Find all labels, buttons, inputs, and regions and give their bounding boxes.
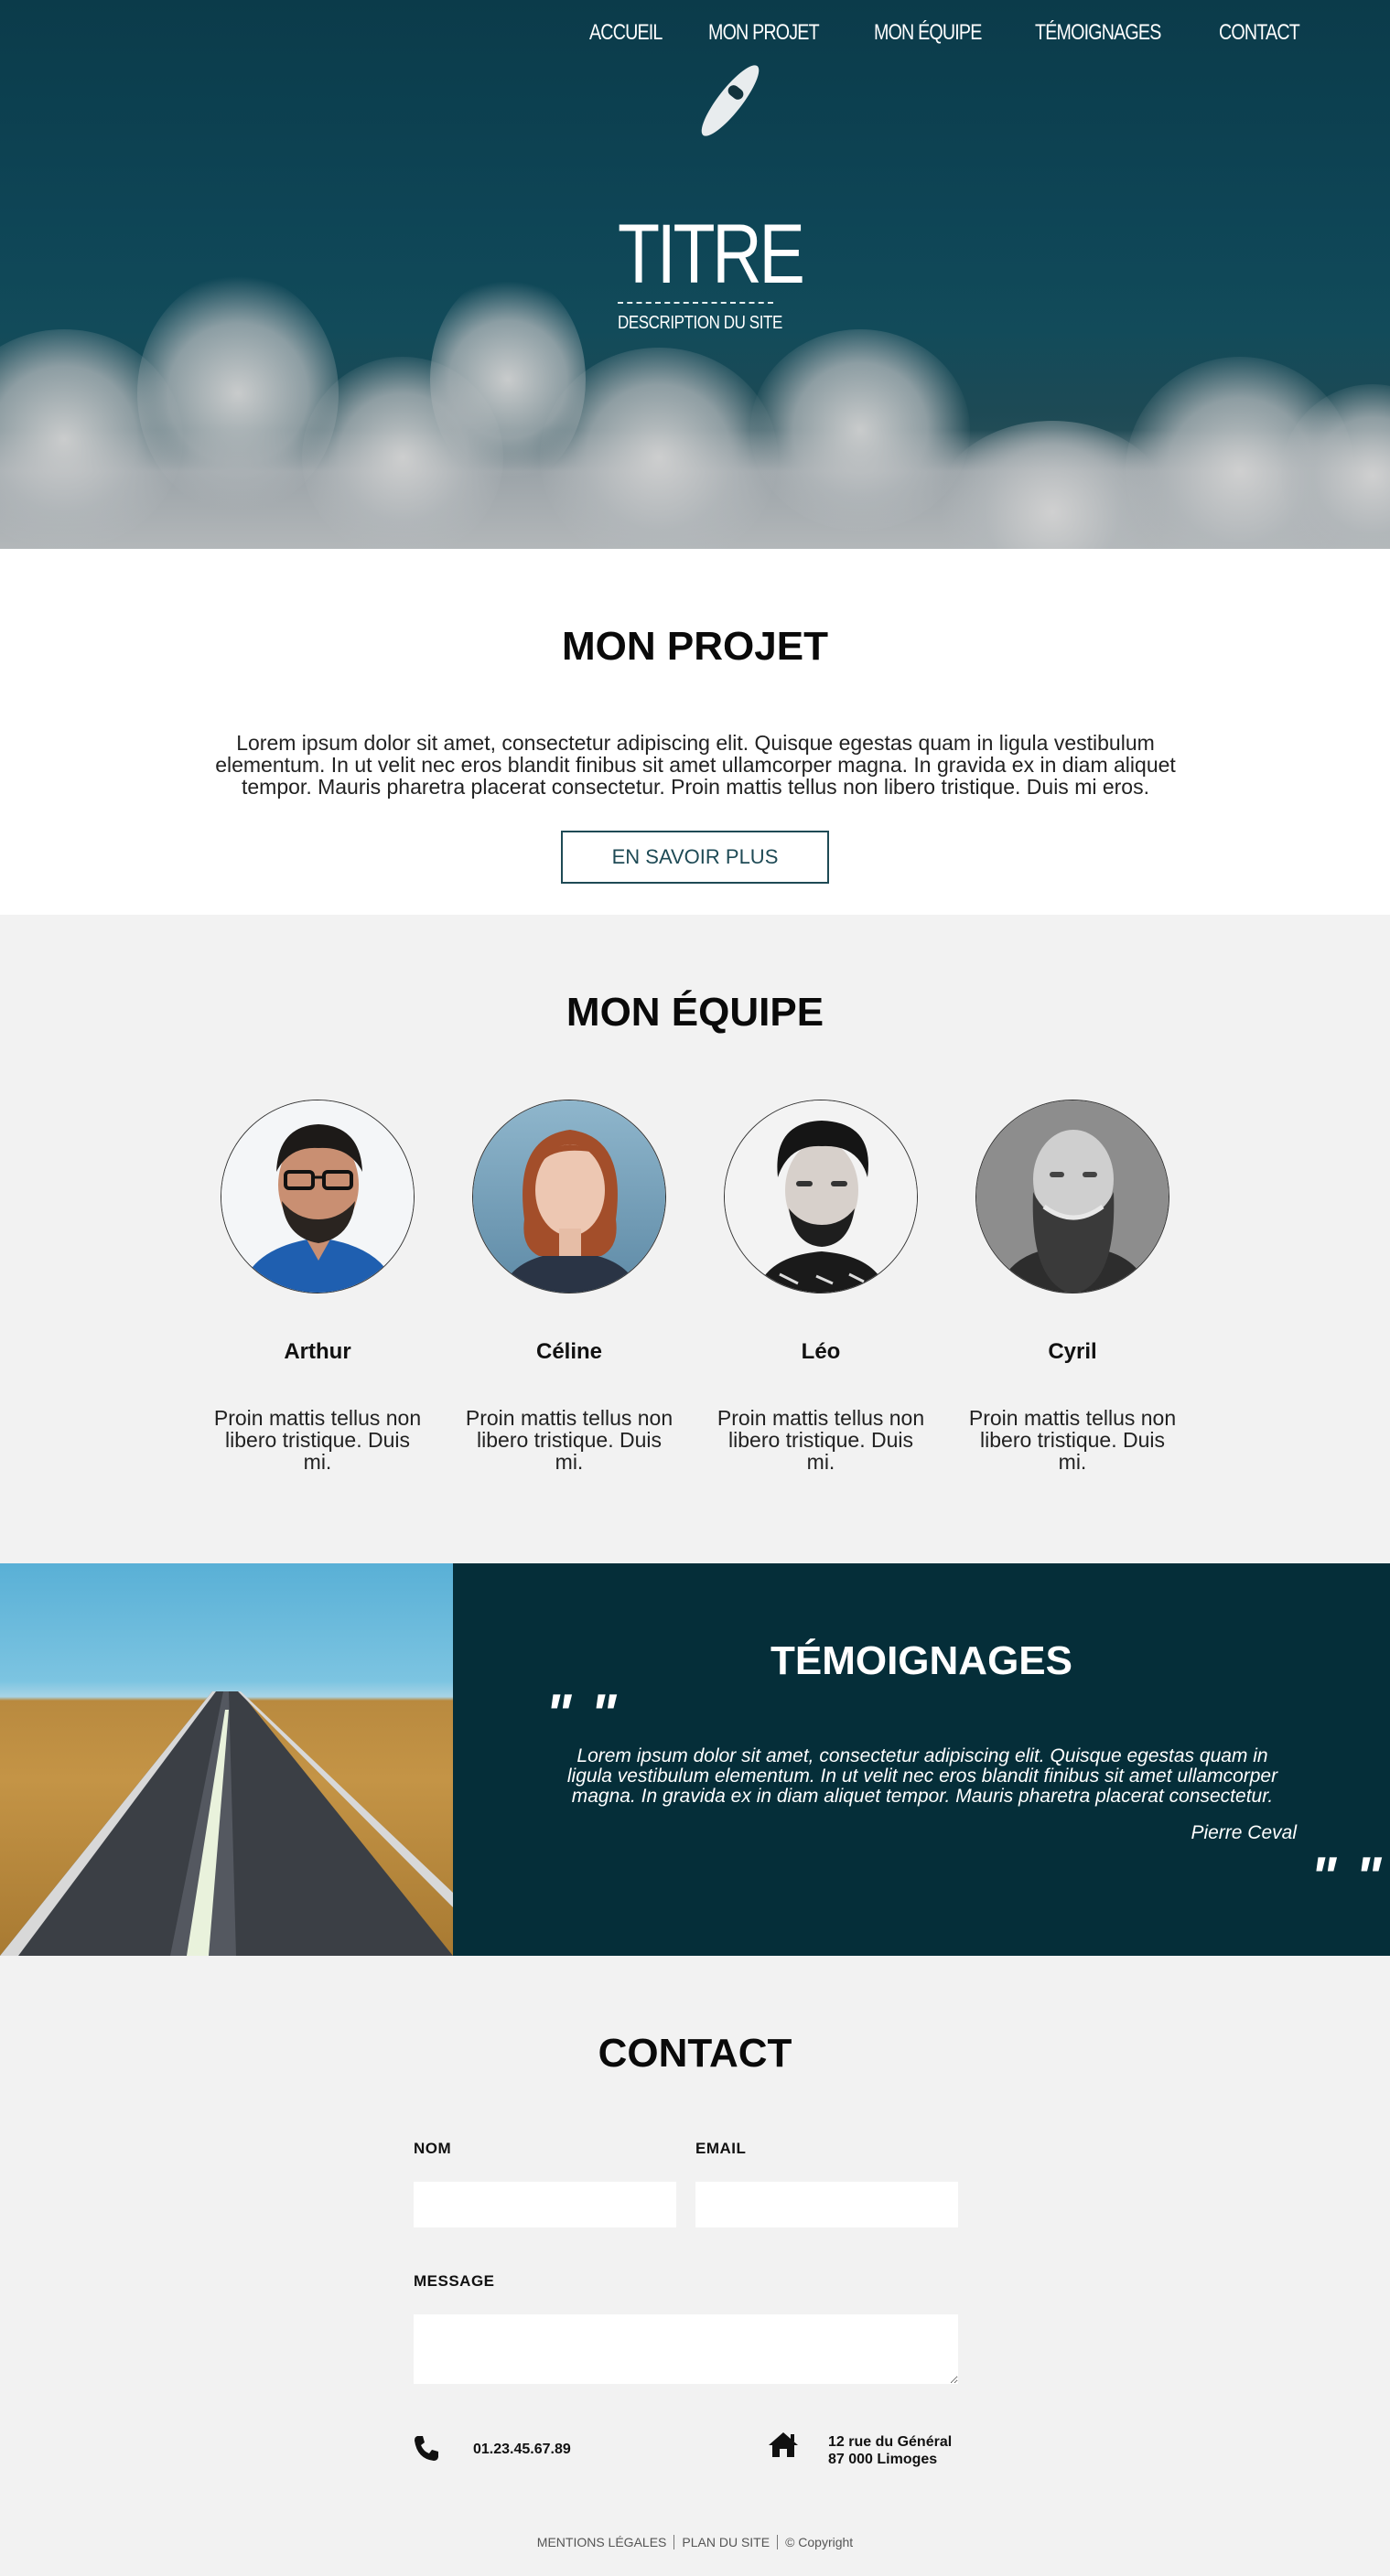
quote-close-icon: " " — [1310, 1846, 1384, 1907]
message-label: MESSAGE — [414, 2272, 495, 2290]
member-desc: Proin mattis tellus non libero tristique… — [465, 1406, 673, 1474]
testimonial-author: Pierre Ceval — [1191, 1822, 1297, 1843]
message-field[interactable] — [414, 2314, 958, 2384]
title-divider — [618, 302, 773, 304]
avatar — [724, 1100, 918, 1293]
footer: MENTIONS LÉGALES PLAN DU SITE © Copyright — [0, 2535, 1390, 2549]
equipe-title: MON ÉQUIPE — [566, 990, 824, 1035]
member-name: Cyril — [1048, 1339, 1097, 1364]
team-member: Léo Proin mattis tellus non libero trist… — [716, 1100, 926, 1473]
phone-icon — [412, 2433, 441, 2467]
en-savoir-plus-button[interactable]: EN SAVOIR PLUS — [561, 831, 829, 884]
address-line-1: 12 rue du Général — [828, 2434, 953, 2450]
projet-title: MON PROJET — [562, 624, 828, 669]
site-title: TITRE — [618, 208, 805, 301]
hero-banner: ACCUEIL MON PROJET MON ÉQUIPE TÉMOIGNAGE… — [0, 0, 1390, 549]
member-name: Arthur — [284, 1339, 351, 1364]
home-icon — [767, 2431, 800, 2463]
quote-open-icon: " " — [545, 1683, 619, 1744]
projet-text: Lorem ipsum dolor sit amet, consectetur … — [215, 731, 1176, 799]
section-mon-equipe: MON ÉQUIPE Arthur Proin mattis tellus no… — [0, 915, 1390, 1563]
testimonial-text: Lorem ipsum dolor sit amet, consectetur … — [566, 1745, 1278, 1807]
nom-field[interactable] — [414, 2182, 676, 2227]
main-nav: ACCUEIL MON PROJET MON ÉQUIPE TÉMOIGNAGE… — [589, 20, 1317, 46]
nav-item-mon-projet[interactable]: MON PROJET — [708, 20, 820, 46]
avatar — [975, 1100, 1169, 1293]
member-desc: Proin mattis tellus non libero tristique… — [968, 1406, 1177, 1474]
contact-title: CONTACT — [598, 2031, 792, 2076]
surfboard-image — [694, 59, 767, 143]
avatar — [472, 1100, 666, 1293]
nav-item-temoignages[interactable]: TÉMOIGNAGES — [1035, 20, 1161, 46]
member-desc: Proin mattis tellus non libero tristique… — [213, 1406, 422, 1474]
nav-item-contact[interactable]: CONTACT — [1219, 20, 1300, 46]
plan-du-site-link[interactable]: PLAN DU SITE — [673, 2535, 778, 2549]
team-member: Arthur Proin mattis tellus non libero tr… — [212, 1100, 423, 1473]
section-contact: CONTACT NOM EMAIL MESSAGE 01.23.45.67.89… — [0, 1956, 1390, 2576]
nav-item-accueil[interactable]: ACCUEIL — [589, 20, 663, 46]
team-member: Cyril Proin mattis tellus non libero tri… — [967, 1100, 1178, 1473]
copyright: © Copyright — [777, 2535, 861, 2549]
hero-foam — [540, 348, 778, 549]
address-line-2: 87 000 Limoges — [828, 2452, 938, 2467]
site-description: DESCRIPTION DU SITE — [618, 313, 782, 333]
email-label: EMAIL — [695, 2140, 747, 2157]
mentions-legales-link[interactable]: MENTIONS LÉGALES — [530, 2535, 674, 2549]
road-image — [0, 1563, 453, 1956]
hero-title-block: TITRE DESCRIPTION DU SITE — [618, 208, 805, 334]
email-field[interactable] — [695, 2182, 958, 2227]
member-desc: Proin mattis tellus non libero tristique… — [717, 1406, 925, 1474]
temoignages-title: TÉMOIGNAGES — [770, 1638, 1073, 1683]
section-temoignages: TÉMOIGNAGES " " Lorem ipsum dolor sit am… — [0, 1563, 1390, 1956]
member-name: Léo — [801, 1339, 841, 1364]
nom-label: NOM — [414, 2140, 452, 2157]
section-mon-projet: MON PROJET Lorem ipsum dolor sit amet, c… — [0, 549, 1390, 915]
avatar — [221, 1100, 415, 1293]
address: 12 rue du Général 87 000 Limoges — [828, 2433, 952, 2468]
phone-number: 01.23.45.67.89 — [473, 2442, 571, 2457]
nav-item-mon-equipe[interactable]: MON ÉQUIPE — [874, 20, 982, 46]
team-member: Céline Proin mattis tellus non libero tr… — [464, 1100, 674, 1473]
member-name: Céline — [535, 1339, 603, 1364]
